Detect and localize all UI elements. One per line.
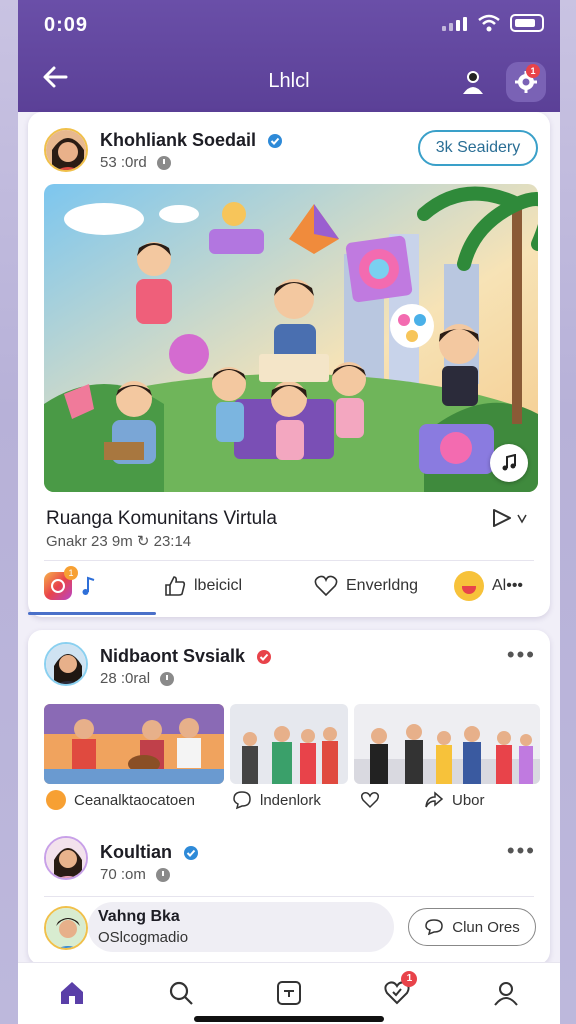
divider <box>44 560 534 561</box>
photo-thumbnail[interactable] <box>354 704 540 784</box>
notification-badge: 1 <box>401 971 418 987</box>
camera-icon: 1 <box>44 566 78 600</box>
post-stats: Gnakr 23 9m ↻ 23:14 <box>46 533 192 550</box>
author-name[interactable]: Nidbaont Svsialk <box>100 646 272 667</box>
signal-icon <box>442 15 468 31</box>
author-avatar[interactable] <box>44 128 88 172</box>
nav-home[interactable] <box>52 975 92 1011</box>
reaction-button[interactable]: Ceanalktaocatoen <box>46 790 232 810</box>
clock-icon <box>155 867 170 882</box>
comment-icon <box>425 919 443 936</box>
heart-icon <box>314 575 338 597</box>
clock-icon <box>160 671 175 686</box>
heart-button[interactable]: Enverldng <box>314 575 454 597</box>
bottom-navigation: 1 <box>18 962 560 1024</box>
comment-icon <box>233 791 251 810</box>
post-title: Ruanga Komunitans Virtula <box>46 508 277 529</box>
nav-notifications[interactable]: 1 <box>377 971 418 1011</box>
comment-input[interactable]: Vahng Bka OSlcogmadio <box>88 902 394 952</box>
status-icons <box>442 14 544 32</box>
divider <box>44 896 534 897</box>
nav-search[interactable] <box>161 975 201 1011</box>
search-icon <box>169 981 193 1005</box>
photo-thumbnail[interactable] <box>44 704 224 784</box>
post-image[interactable] <box>44 184 538 492</box>
share-button[interactable]: Ubor <box>424 791 514 809</box>
app-screen: 0:09 Lhlcl 1 Khohliank Soedail 53:0rd 3… <box>18 0 560 1024</box>
notification-badge: 1 <box>526 64 540 78</box>
share-icon[interactable] <box>490 508 530 533</box>
verified-icon <box>268 134 283 149</box>
comment-name: Vahng Bka <box>98 908 180 925</box>
post-actions: 1 lbeicicl Enverldng Al••• <box>44 564 534 608</box>
verified-icon <box>184 846 199 861</box>
post-actions: Ceanalktaocatoen lndenlork Ubor <box>46 790 532 810</box>
share-arrow-icon <box>425 791 444 808</box>
battery-icon <box>510 14 544 32</box>
feed-card: Nidbaont Svsialk 28 :0ral ••• Ceanalktao… <box>28 630 550 965</box>
story-badge: 1 <box>64 566 78 580</box>
home-indicator <box>194 1016 384 1022</box>
comment-action-button[interactable]: Clun Ores <box>408 908 536 946</box>
person-icon <box>493 982 518 1006</box>
photo-thumbnail[interactable] <box>230 704 348 784</box>
verified-icon <box>257 650 272 665</box>
emoji-icon <box>454 571 484 601</box>
create-post-icon <box>276 981 301 1005</box>
like-button[interactable]: lbeicicl <box>164 575 314 597</box>
nav-profile[interactable] <box>486 975 526 1011</box>
app-header: 0:09 Lhlcl 1 <box>18 0 560 112</box>
heart-button[interactable] <box>360 791 424 809</box>
profile-icon[interactable] <box>458 66 488 96</box>
clock-icon <box>156 155 171 170</box>
more-options-icon[interactable]: ••• <box>507 642 536 668</box>
emoji-icon <box>46 790 66 810</box>
story-button[interactable]: 1 <box>44 566 164 600</box>
home-icon <box>61 982 84 1004</box>
post-meta: 28 :0ral <box>100 670 175 687</box>
active-tab-indicator <box>28 612 156 615</box>
reactions-button[interactable]: Al••• <box>454 571 534 601</box>
music-note-icon <box>82 576 95 595</box>
nav-create[interactable] <box>269 975 309 1011</box>
author-name[interactable]: Khohliank Soedail <box>100 130 283 151</box>
author-avatar[interactable] <box>44 836 88 880</box>
status-time: 0:09 <box>44 14 89 36</box>
post-meta: 70 :om <box>100 866 170 883</box>
more-options-icon[interactable]: ••• <box>507 838 536 864</box>
comment-subtext: OSlcogmadio <box>98 929 189 946</box>
thumbs-up-icon <box>165 576 186 596</box>
wifi-icon <box>478 14 500 32</box>
music-note-icon[interactable] <box>490 444 528 482</box>
commenter-avatar[interactable] <box>44 906 88 950</box>
comment-button[interactable]: lndenlork <box>232 790 360 810</box>
post-meta: 53 :0rd <box>100 154 171 171</box>
settings-button[interactable]: 1 <box>506 62 546 102</box>
author-name[interactable]: Koultian <box>100 842 199 863</box>
follow-button[interactable]: 3k Seaidery <box>418 130 538 166</box>
author-avatar[interactable] <box>44 642 88 686</box>
post-card: Khohliank Soedail 53 :0rd 3k Seaidery Ru… <box>28 112 550 617</box>
heart-icon <box>360 792 380 809</box>
